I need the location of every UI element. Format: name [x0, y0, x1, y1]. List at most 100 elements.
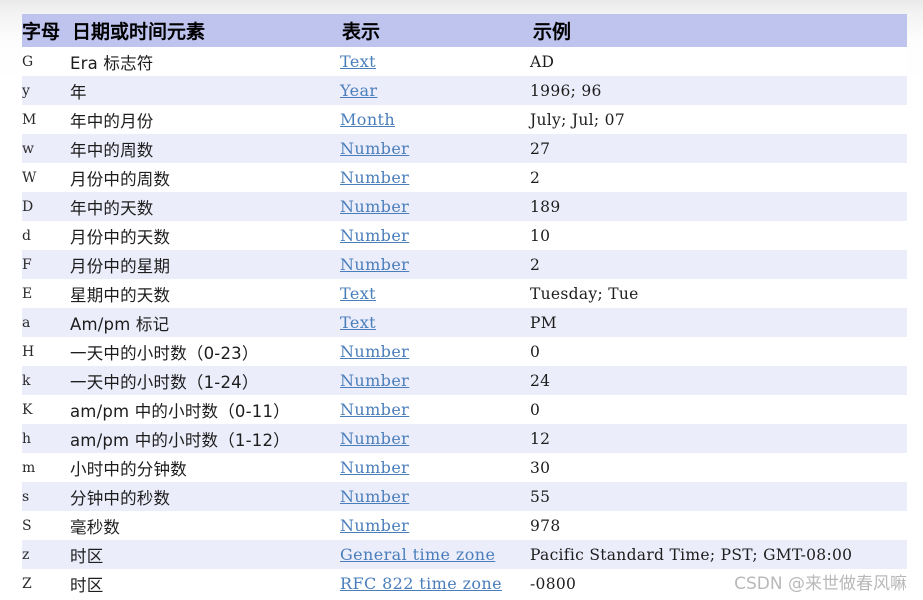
presentation-link[interactable]: General time zone — [340, 545, 495, 564]
cell-example: 978 — [530, 511, 907, 540]
presentation-link[interactable]: Month — [340, 110, 395, 129]
table-row: G Era 标志符 Text AD — [22, 47, 907, 76]
cell-example: AD — [530, 47, 907, 76]
cell-pattern-letter: W — [22, 163, 70, 192]
cell-presentation: Text — [340, 279, 530, 308]
cell-presentation: Number — [340, 395, 530, 424]
presentation-link[interactable]: Year — [340, 81, 377, 100]
cell-pattern-letter: y — [22, 76, 70, 105]
column-header-element: 日期或时间元素 — [70, 14, 340, 47]
cell-presentation: Number — [340, 482, 530, 511]
cell-pattern-letter: S — [22, 511, 70, 540]
presentation-link[interactable]: Number — [340, 458, 409, 477]
table-header: 字母 日期或时间元素 表示 示例 — [22, 14, 907, 47]
pattern-table-container: 字母 日期或时间元素 表示 示例 G Era 标志符 Text AD y 年 Year 199… — [22, 14, 907, 598]
cell-example: July; Jul; 07 — [530, 105, 907, 134]
cell-example: 30 — [530, 453, 907, 482]
cell-date-time-element: am/pm 中的小时数（1-12） — [70, 424, 340, 453]
cell-presentation: Year — [340, 76, 530, 105]
cell-presentation: Number — [340, 221, 530, 250]
table-row: k 一天中的小时数（1-24） Number 24 — [22, 366, 907, 395]
cell-date-time-element: am/pm 中的小时数（0-11） — [70, 395, 340, 424]
cell-pattern-letter: Z — [22, 569, 70, 598]
cell-presentation: RFC 822 time zone — [340, 569, 530, 598]
cell-date-time-element: 年中的月份 — [70, 105, 340, 134]
csdn-watermark: CSDN @来世做春风嘛 — [734, 574, 907, 594]
cell-date-time-element: 月份中的星期 — [70, 250, 340, 279]
cell-date-time-element: 星期中的天数 — [70, 279, 340, 308]
presentation-link[interactable]: Text — [340, 52, 376, 71]
presentation-link[interactable]: Number — [340, 197, 409, 216]
cell-example: 12 — [530, 424, 907, 453]
table-row: F 月份中的星期 Number 2 — [22, 250, 907, 279]
cell-date-time-element: 年中的周数 — [70, 134, 340, 163]
cell-presentation: Number — [340, 337, 530, 366]
cell-date-time-element: 一天中的小时数（0-23） — [70, 337, 340, 366]
date-format-pattern-table: 字母 日期或时间元素 表示 示例 G Era 标志符 Text AD y 年 Year 199… — [22, 14, 907, 598]
table-row: z 时区 General time zone Pacific Standard Tim… — [22, 540, 907, 569]
cell-presentation: Number — [340, 250, 530, 279]
table-body: G Era 标志符 Text AD y 年 Year 1996; 96 M 年中的月份 Month J… — [22, 47, 907, 598]
cell-date-time-element: 时区 — [70, 540, 340, 569]
table-row: D 年中的天数 Number 189 — [22, 192, 907, 221]
presentation-link[interactable]: Text — [340, 313, 376, 332]
presentation-link[interactable]: Number — [340, 429, 409, 448]
presentation-link[interactable]: Number — [340, 168, 409, 187]
presentation-link[interactable]: Number — [340, 516, 409, 535]
table-header-row: 字母 日期或时间元素 表示 示例 — [22, 14, 907, 47]
cell-example: 0 — [530, 395, 907, 424]
cell-example: 2 — [530, 163, 907, 192]
presentation-link[interactable]: RFC 822 time zone — [340, 574, 502, 593]
cell-presentation: Number — [340, 163, 530, 192]
cell-pattern-letter: k — [22, 366, 70, 395]
cell-pattern-letter: E — [22, 279, 70, 308]
presentation-link[interactable]: Number — [340, 139, 409, 158]
cell-example: 1996; 96 — [530, 76, 907, 105]
table-row: w 年中的周数 Number 27 — [22, 134, 907, 163]
table-row: m 小时中的分钟数 Number 30 — [22, 453, 907, 482]
cell-pattern-letter: K — [22, 395, 70, 424]
cell-pattern-letter: H — [22, 337, 70, 366]
cell-date-time-element: 毫秒数 — [70, 511, 340, 540]
column-header-present: 表示 — [340, 14, 530, 47]
table-row: Kam/pm 中的小时数（0-11） Number 0 — [22, 395, 907, 424]
cell-presentation: General time zone — [340, 540, 530, 569]
presentation-link[interactable]: Number — [340, 342, 409, 361]
column-header-example: 示例 — [530, 14, 907, 47]
cell-date-time-element: 分钟中的秒数 — [70, 482, 340, 511]
cell-date-time-element: 年 — [70, 76, 340, 105]
cell-example: 2 — [530, 250, 907, 279]
presentation-link[interactable]: Number — [340, 226, 409, 245]
table-row: H 一天中的小时数（0-23） Number 0 — [22, 337, 907, 366]
cell-date-time-element: 年中的天数 — [70, 192, 340, 221]
cell-presentation: Number — [340, 511, 530, 540]
page-background: 字母 日期或时间元素 表示 示例 G Era 标志符 Text AD y 年 Year 199… — [0, 0, 923, 600]
cell-presentation: Number — [340, 453, 530, 482]
cell-presentation: Number — [340, 424, 530, 453]
cell-example: Tuesday; Tue — [530, 279, 907, 308]
presentation-link[interactable]: Text — [340, 284, 376, 303]
cell-date-time-element: 月份中的天数 — [70, 221, 340, 250]
cell-pattern-letter: m — [22, 453, 70, 482]
cell-pattern-letter: s — [22, 482, 70, 511]
cell-pattern-letter: M — [22, 105, 70, 134]
presentation-link[interactable]: Number — [340, 371, 409, 390]
presentation-link[interactable]: Number — [340, 400, 409, 419]
column-header-letter: 字母 — [22, 14, 70, 47]
cell-presentation: Month — [340, 105, 530, 134]
cell-example: PM — [530, 308, 907, 337]
cell-presentation: Number — [340, 192, 530, 221]
table-row: y 年 Year 1996; 96 — [22, 76, 907, 105]
cell-date-time-element: 时区 — [70, 569, 340, 598]
cell-pattern-letter: w — [22, 134, 70, 163]
table-row: M 年中的月份 Month July; Jul; 07 — [22, 105, 907, 134]
presentation-link[interactable]: Number — [340, 487, 409, 506]
cell-pattern-letter: F — [22, 250, 70, 279]
presentation-link[interactable]: Number — [340, 255, 409, 274]
cell-example: Pacific Standard Time; PST; GMT-08:00 — [530, 540, 907, 569]
cell-example: 24 — [530, 366, 907, 395]
cell-date-time-element: Am/pm 标记 — [70, 308, 340, 337]
table-row: a Am/pm 标记 Text PM — [22, 308, 907, 337]
cell-pattern-letter: D — [22, 192, 70, 221]
cell-pattern-letter: h — [22, 424, 70, 453]
